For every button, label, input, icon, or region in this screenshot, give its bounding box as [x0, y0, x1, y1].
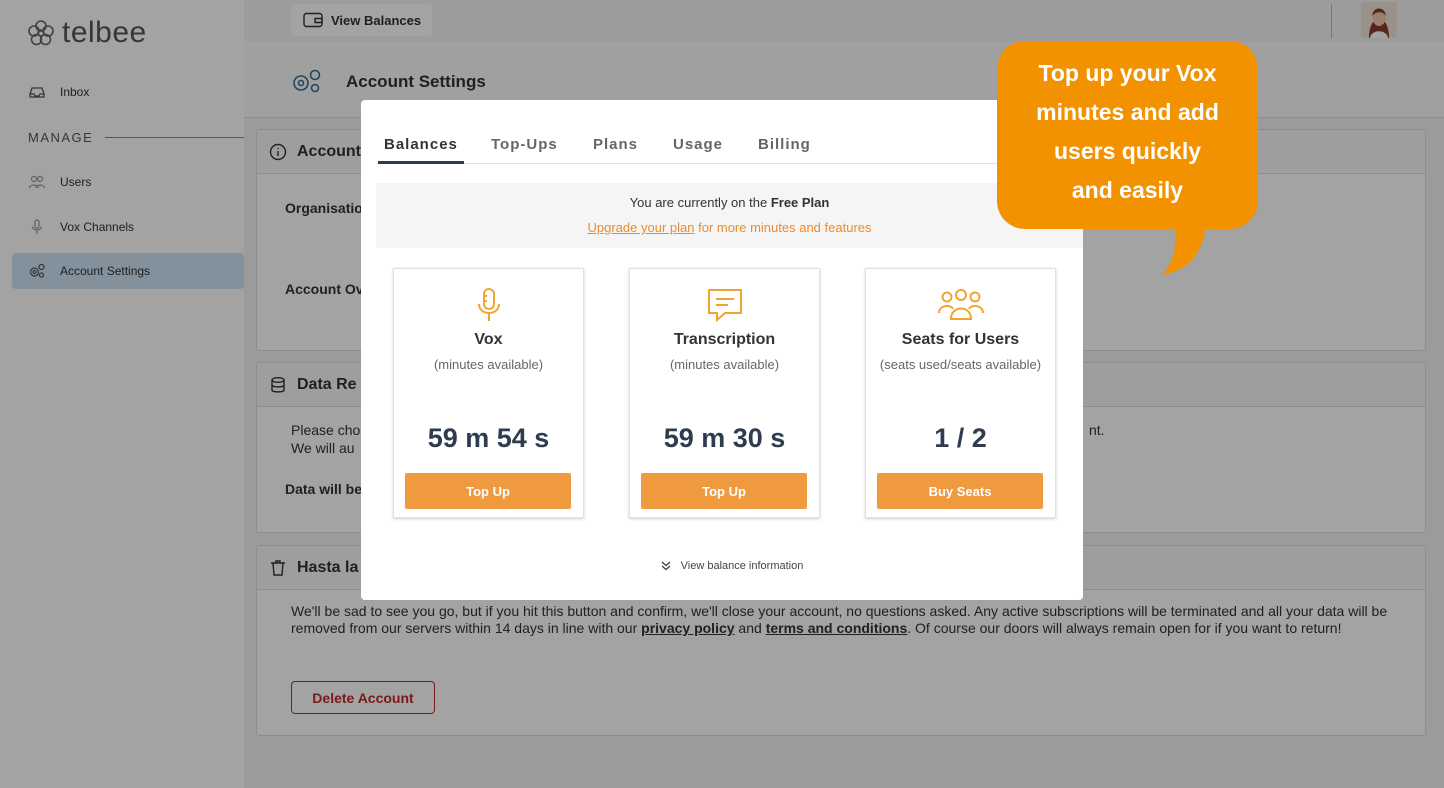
view-info-label: View balance information	[680, 560, 804, 572]
card-icon-wrap	[394, 285, 583, 325]
chat-icon	[707, 289, 742, 323]
view-balance-information-toggle[interactable]: View balance information	[361, 560, 1103, 572]
seats-balance-card: Seats for Users (seats used/seats availa…	[865, 268, 1056, 518]
tab-plans[interactable]: Plans	[593, 136, 638, 153]
upgrade-text: Upgrade your plan for more minutes and f…	[376, 220, 1083, 235]
card-icon-wrap	[630, 285, 819, 325]
plan-name: Free Plan	[770, 195, 830, 210]
buy-seats-button[interactable]: Buy Seats	[877, 473, 1043, 509]
card-subtitle: (seats used/seats available)	[879, 357, 1042, 372]
card-value: 59 m 30 s	[663, 423, 786, 453]
tab-balances[interactable]: Balances	[378, 136, 464, 164]
callout-line: Top up your Vox	[1038, 60, 1217, 86]
transcription-top-up-button[interactable]: Top Up	[641, 473, 807, 509]
tab-top-ups[interactable]: Top-Ups	[491, 136, 558, 153]
promo-callout: Top up your Vox minutes and add users qu…	[997, 41, 1258, 229]
microphone-icon	[477, 288, 500, 321]
plan-prefix: You are currently on the	[629, 195, 771, 210]
tab-usage[interactable]: Usage	[673, 136, 723, 153]
card-value: 1 / 2	[934, 423, 987, 453]
double-chevron-down-icon	[661, 561, 671, 571]
card-icon-wrap	[866, 285, 1055, 325]
card-subtitle: (minutes available)	[669, 357, 780, 372]
upgrade-plan-link[interactable]: Upgrade your plan	[588, 220, 695, 235]
callout-line: minutes and add	[1036, 99, 1219, 125]
callout-tail	[1160, 222, 1206, 275]
card-value: 59 m 54 s	[427, 423, 550, 453]
plan-banner: You are currently on the Free Plan Upgra…	[376, 183, 1083, 248]
card-subtitle: (minutes available)	[433, 357, 544, 372]
callout-line: users quickly	[1053, 138, 1202, 164]
card-title: Vox	[474, 331, 503, 348]
transcription-balance-card: Transcription (minutes available) 59 m 3…	[629, 268, 820, 518]
modal-tabs: Balances Top-Ups Plans Usage Billing	[376, 124, 1068, 164]
callout-line: and easily	[1071, 177, 1184, 203]
vox-balance-card: Vox (minutes available) 59 m 54 s Top Up	[393, 268, 584, 518]
card-title: Transcription	[673, 331, 776, 348]
balances-modal: Balances Top-Ups Plans Usage Billing You…	[361, 100, 1083, 600]
users-icon	[937, 289, 984, 320]
card-title: Seats for Users	[901, 331, 1020, 348]
tab-billing[interactable]: Billing	[758, 136, 811, 153]
current-plan-text: You are currently on the Free Plan	[376, 195, 1083, 210]
vox-top-up-button[interactable]: Top Up	[405, 473, 571, 509]
upgrade-suffix: for more minutes and features	[694, 220, 872, 235]
